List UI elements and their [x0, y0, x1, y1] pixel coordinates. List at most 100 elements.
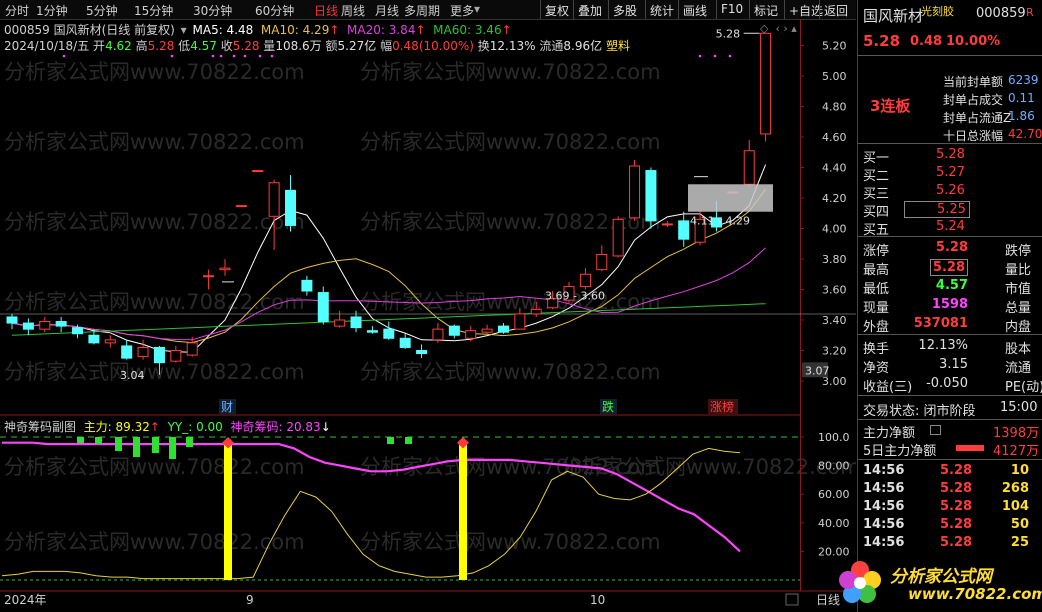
candle-body[interactable]: [514, 313, 526, 330]
candle-body[interactable]: [252, 170, 264, 173]
seal-row-label: 封单占流通Z: [943, 111, 1012, 125]
price-pct: 10.00%: [946, 34, 1001, 49]
candle-body[interactable]: [22, 322, 34, 330]
candle-body[interactable]: [285, 189, 297, 226]
period-tab-4[interactable]: 30分钟: [193, 2, 232, 19]
candle-body[interactable]: [334, 319, 346, 327]
candle-body[interactable]: [6, 316, 18, 324]
candle-body[interactable]: [448, 325, 460, 336]
stat-row: 最低 4.57 市值: [858, 278, 1042, 297]
period-tab-7[interactable]: 周线: [341, 2, 365, 19]
list-icon[interactable]: [930, 425, 941, 435]
candle-body[interactable]: [137, 346, 149, 358]
candle-body[interactable]: [104, 339, 116, 344]
candle-body[interactable]: [497, 325, 509, 333]
candle-body[interactable]: [88, 334, 100, 344]
period-tab-9[interactable]: 多周期: [404, 2, 440, 19]
tick-row[interactable]: 14:56 5.28 10: [858, 463, 1042, 481]
candle-body[interactable]: [153, 346, 165, 364]
period-tab-2[interactable]: 5分钟: [86, 2, 118, 19]
candle-body[interactable]: [579, 273, 591, 287]
tool-button-0[interactable]: 复权: [545, 2, 569, 19]
bid-row[interactable]: 买二 5.27: [858, 165, 1042, 184]
bid-row[interactable]: 买一 5.28: [858, 147, 1042, 166]
divider: [858, 334, 1042, 335]
seal-row: 当前封单额 6239: [858, 73, 1042, 91]
diamond-icon[interactable]: ◇: [760, 22, 768, 35]
candle-body[interactable]: [465, 330, 477, 339]
period-tab-10[interactable]: 更多: [450, 2, 474, 19]
scroll-icon[interactable]: [785, 593, 799, 606]
candle-body[interactable]: [645, 170, 657, 222]
event-label[interactable]: 财: [221, 400, 233, 414]
tick-price: 5.28: [940, 499, 973, 514]
stock-name: 国风新材: [863, 7, 924, 25]
concept-badge[interactable]: 光刻胶: [921, 3, 954, 19]
candle-body[interactable]: [317, 292, 329, 323]
collapse-icon[interactable]: ▴: [791, 22, 797, 35]
candle-body[interactable]: [481, 328, 493, 333]
stat-value: 4.57: [935, 278, 968, 293]
event-label[interactable]: 跌: [602, 399, 614, 414]
candle-body[interactable]: [268, 182, 280, 217]
tick-row[interactable]: 14:56 5.28 104: [858, 499, 1042, 517]
tool-button-5[interactable]: F10: [721, 2, 743, 16]
period-tab-6[interactable]: 日线: [314, 2, 338, 19]
tool-button-8[interactable]: 返回: [824, 2, 848, 19]
tool-button-6[interactable]: 标记: [754, 2, 778, 19]
candle-body[interactable]: [366, 330, 378, 333]
candle-body[interactable]: [678, 220, 690, 240]
period-tab-5[interactable]: 60分钟: [255, 2, 294, 19]
bid-row[interactable]: 买五 5.24: [858, 219, 1042, 238]
bid-row[interactable]: 买四 5.25: [858, 201, 1042, 220]
candle-body[interactable]: [629, 165, 641, 219]
candle-body[interactable]: [203, 275, 215, 278]
signal-dot: [232, 54, 236, 58]
watermark-text: 分析家公式网www.70822.com: [360, 130, 661, 154]
more-dropdown-icon[interactable]: ▾: [474, 2, 480, 16]
candle-body[interactable]: [416, 350, 428, 355]
tick-row[interactable]: 14:56 5.28 50: [858, 517, 1042, 535]
tool-button-7[interactable]: +自选: [789, 2, 823, 19]
candle-body[interactable]: [612, 218, 624, 257]
candle-body[interactable]: [301, 279, 313, 292]
tick-row[interactable]: 14:56 5.28 268: [858, 481, 1042, 499]
candle-body[interactable]: [121, 345, 133, 359]
prev-icon[interactable]: ‹: [775, 22, 779, 35]
finance-value: 12.13%: [918, 338, 968, 353]
y-tick-label: 4.20: [822, 192, 847, 205]
candle-body[interactable]: [399, 337, 411, 348]
period-tab-1[interactable]: 1分钟: [36, 2, 68, 19]
candle-body[interactable]: [72, 327, 84, 335]
candle-body[interactable]: [760, 32, 772, 135]
event-label[interactable]: 涨榜: [710, 399, 734, 414]
y-tick-label: 4.60: [822, 131, 847, 144]
candle-body[interactable]: [743, 150, 755, 185]
candle-body[interactable]: [596, 253, 608, 271]
candle-body[interactable]: [383, 328, 395, 339]
candle-body[interactable]: [55, 321, 67, 327]
tool-button-3[interactable]: 统计: [650, 2, 674, 19]
tick-row[interactable]: 14:56 5.28 25: [858, 535, 1042, 553]
candle-body[interactable]: [432, 328, 444, 341]
period-tab-8[interactable]: 月线: [375, 2, 399, 19]
candle-body[interactable]: [170, 350, 182, 362]
period-tab-0[interactable]: 分时: [5, 2, 29, 19]
signal-dot: [170, 54, 174, 58]
candle-body[interactable]: [186, 342, 198, 356]
candle-body[interactable]: [235, 205, 247, 208]
next-icon[interactable]: ›: [783, 22, 787, 35]
sector-tag[interactable]: 塑料: [606, 39, 630, 53]
tool-button-4[interactable]: 画线: [683, 2, 707, 19]
bid-row[interactable]: 买三 5.26: [858, 183, 1042, 202]
candle-body[interactable]: [350, 316, 362, 329]
candle-body[interactable]: [39, 321, 51, 330]
tool-button-2[interactable]: 多股: [613, 2, 637, 19]
tool-button-1[interactable]: 叠加: [578, 2, 602, 19]
candle-body[interactable]: [530, 308, 542, 315]
period-tab-3[interactable]: 15分钟: [134, 2, 173, 19]
candle-body[interactable]: [661, 223, 673, 226]
ma-settings-icon[interactable]: ▾: [181, 23, 187, 37]
kline-chart[interactable]: 分析家公式网www.70822.com 分析家公式网www.70822.com 分析…: [0, 19, 856, 612]
candle-body[interactable]: [219, 267, 231, 271]
